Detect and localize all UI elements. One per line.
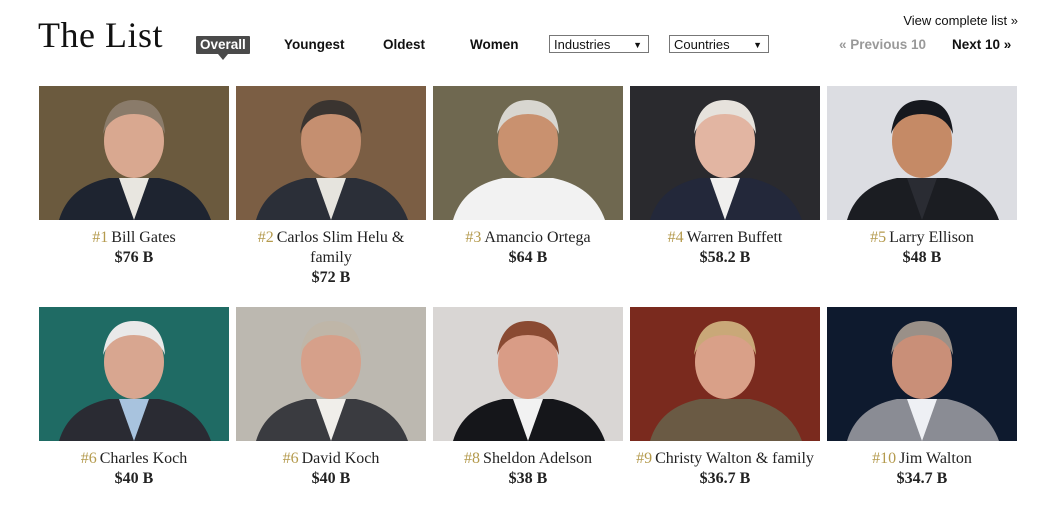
person-rank: #6: [282, 450, 299, 467]
person-net-worth: $34.7 B: [896, 470, 948, 487]
person-photo: [236, 307, 426, 441]
chevron-down-icon: ▼: [753, 40, 762, 50]
person-net-worth: $48 B: [902, 249, 942, 266]
tab-overall[interactable]: Overall: [196, 36, 250, 60]
tab-oldest[interactable]: Oldest: [383, 36, 425, 54]
person-card[interactable]: #6 David Koch $40 B: [236, 307, 426, 489]
person-net-worth: $40 B: [311, 470, 351, 487]
person-net-worth: $72 B: [311, 269, 351, 286]
person-photo: [630, 307, 820, 441]
person-rank: #9: [636, 450, 653, 467]
person-name[interactable]: Charles Koch: [100, 450, 188, 467]
industries-select-value: Industries: [554, 37, 611, 52]
person-net-worth: $58.2 B: [699, 249, 751, 266]
person-card[interactable]: #3 Amancio Ortega $64 B: [433, 86, 623, 268]
person-photo: [827, 307, 1017, 441]
person-net-worth: $76 B: [114, 249, 154, 266]
person-rank: #10: [872, 450, 897, 467]
person-photo: [630, 86, 820, 220]
person-name[interactable]: Carlos Slim Helu & family: [277, 229, 405, 266]
person-name[interactable]: Warren Buffett: [687, 229, 783, 246]
next-10-link[interactable]: Next 10 »: [952, 37, 1011, 52]
chevron-down-icon: ▼: [633, 40, 642, 50]
person-name[interactable]: Bill Gates: [111, 229, 175, 246]
person-rank: #2: [257, 229, 274, 246]
person-rank: #3: [465, 229, 482, 246]
person-photo: [433, 307, 623, 441]
person-card[interactable]: #1 Bill Gates $76 B: [39, 86, 229, 268]
person-rank: #1: [92, 229, 109, 246]
person-card[interactable]: #6 Charles Koch $40 B: [39, 307, 229, 489]
person-rank: #5: [870, 229, 887, 246]
person-net-worth: $40 B: [114, 470, 154, 487]
tab-women[interactable]: Women: [470, 36, 519, 54]
person-name[interactable]: Sheldon Adelson: [483, 450, 592, 467]
person-name[interactable]: Amancio Ortega: [484, 229, 590, 246]
industries-select[interactable]: Industries ▼: [549, 35, 649, 53]
person-net-worth: $36.7 B: [699, 470, 751, 487]
person-name[interactable]: Jim Walton: [899, 450, 972, 467]
person-card[interactable]: #10 Jim Walton $34.7 B: [827, 307, 1017, 489]
person-photo: [433, 86, 623, 220]
previous-10-link: « Previous 10: [839, 37, 927, 52]
person-name[interactable]: David Koch: [302, 450, 380, 467]
person-rank: #4: [667, 229, 684, 246]
tab-youngest[interactable]: Youngest: [284, 36, 345, 54]
person-card[interactable]: #8 Sheldon Adelson $38 B: [433, 307, 623, 489]
countries-select-value: Countries: [674, 37, 730, 52]
person-net-worth: $38 B: [508, 470, 548, 487]
person-photo: [39, 86, 229, 220]
person-photo: [827, 86, 1017, 220]
view-complete-list-link[interactable]: View complete list »: [903, 13, 1018, 28]
person-card[interactable]: #4 Warren Buffett $58.2 B: [630, 86, 820, 268]
person-name[interactable]: Christy Walton & family: [655, 450, 814, 467]
person-photo: [39, 307, 229, 441]
person-net-worth: $64 B: [508, 249, 548, 266]
countries-select[interactable]: Countries ▼: [669, 35, 769, 53]
person-card[interactable]: #2 Carlos Slim Helu & family $72 B: [236, 86, 426, 288]
person-name[interactable]: Larry Ellison: [889, 229, 974, 246]
person-card[interactable]: #9 Christy Walton & family $36.7 B: [630, 307, 820, 489]
page-title: The List: [38, 15, 163, 55]
person-rank: #8: [464, 450, 481, 467]
person-card[interactable]: #5 Larry Ellison $48 B: [827, 86, 1017, 268]
person-rank: #6: [80, 450, 97, 467]
person-photo: [236, 86, 426, 220]
